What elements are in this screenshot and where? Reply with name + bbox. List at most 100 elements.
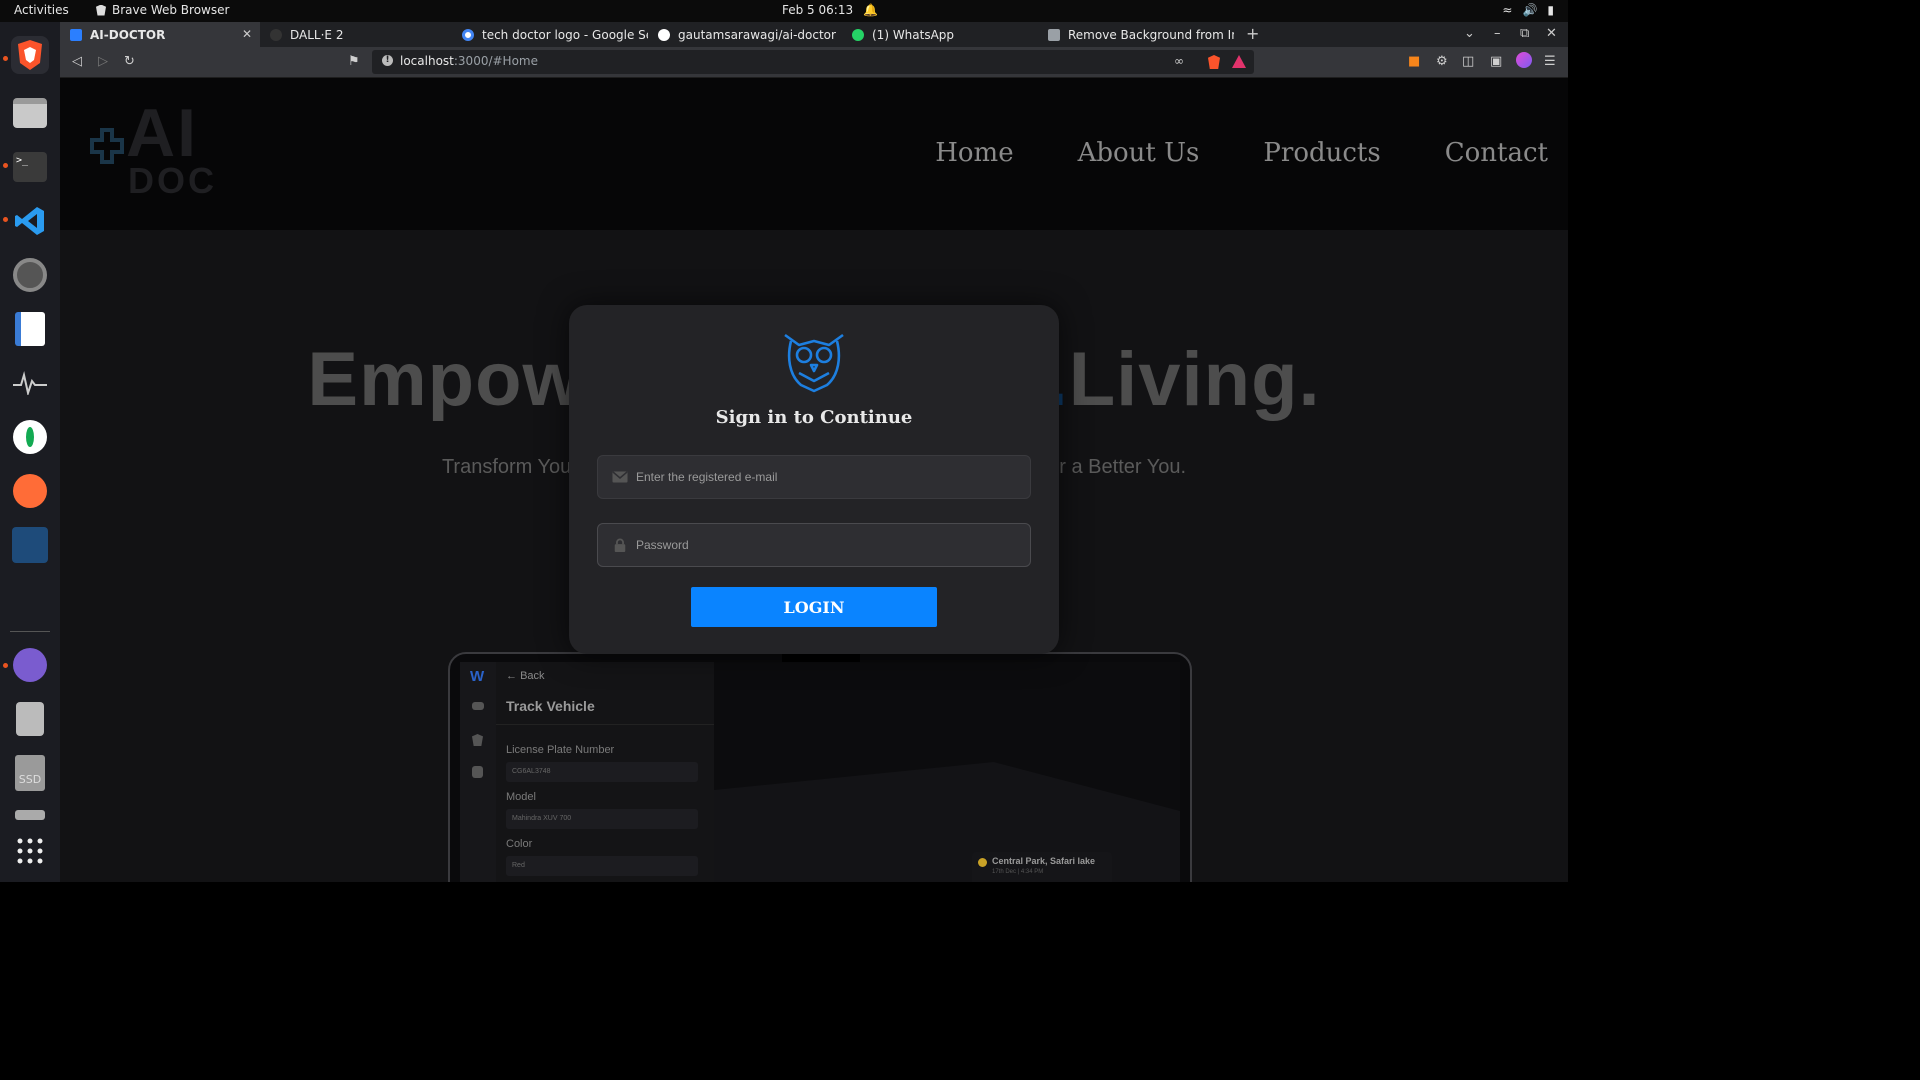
- nav-about-us[interactable]: About Us: [1078, 138, 1200, 168]
- new-tab-plus-icon[interactable]: +: [1246, 24, 1259, 43]
- login-button[interactable]: LOGIN: [691, 587, 937, 627]
- mockup-map: Central Park, Safari lake 17th Dec | 4:3…: [714, 662, 1180, 882]
- drive-icon[interactable]: [11, 808, 49, 822]
- logo-text-doc: DOC: [128, 160, 217, 201]
- address-bar[interactable]: ! localhost:3000/#Home ∞: [372, 50, 1254, 74]
- mail-icon: [612, 471, 628, 483]
- activities-button[interactable]: Activities: [14, 3, 69, 17]
- metamask-icon[interactable]: ■: [1408, 54, 1420, 69]
- mockup-w-logo-icon: W: [470, 668, 485, 685]
- show-apps-grid-icon[interactable]: [11, 832, 49, 870]
- github-favicon-icon: [658, 28, 670, 41]
- email-input[interactable]: [636, 456, 1016, 498]
- tab-remove-bg[interactable]: Remove Background from Ima: [1038, 22, 1234, 47]
- menu-hamburger-icon[interactable]: ☰: [1544, 54, 1556, 69]
- app-name-label: Brave Web Browser: [112, 3, 230, 17]
- text-editor-icon[interactable]: [11, 310, 49, 348]
- running-indicator: [3, 217, 8, 222]
- modal-title: Sign in to Continue: [715, 407, 913, 428]
- close-window-icon[interactable]: ✕: [1546, 26, 1557, 41]
- car-icon: [472, 702, 484, 710]
- forward-icon[interactable]: ▷: [98, 54, 108, 69]
- terminal-icon[interactable]: >_: [11, 148, 49, 186]
- mockup-title: Track Vehicle: [506, 698, 595, 714]
- map-card-title: Central Park, Safari lake: [992, 856, 1096, 866]
- hero-subtitle-right: r a Better You.: [1059, 456, 1187, 478]
- bookmark-icon[interactable]: ⚑: [348, 54, 360, 69]
- site-info-icon[interactable]: !: [382, 55, 393, 66]
- running-indicator: [3, 163, 8, 168]
- ai-doctor-favicon-icon: [70, 28, 82, 41]
- nav-home[interactable]: Home: [935, 138, 1013, 168]
- disk-icon[interactable]: [11, 700, 49, 738]
- mongodb-compass-icon[interactable]: [11, 418, 49, 456]
- postman-icon[interactable]: [11, 472, 49, 510]
- app-menu[interactable]: Brave Web Browser: [96, 3, 229, 17]
- email-field[interactable]: [597, 455, 1031, 499]
- nav-products[interactable]: Products: [1263, 138, 1380, 168]
- hero-title-right: Living.: [1068, 337, 1321, 422]
- brave-browser-icon[interactable]: [11, 36, 49, 74]
- nav-contact[interactable]: Contact: [1445, 138, 1548, 168]
- volume-icon: 🔊: [1522, 3, 1538, 17]
- tab-search-chevron-icon[interactable]: ⌄: [1464, 26, 1475, 41]
- brave-small-icon: [96, 4, 106, 16]
- tab-ai-doctor[interactable]: AI-DOCTOR ✕: [60, 22, 260, 47]
- web-page: AI DOC Home About Us Products Contact Em…: [60, 78, 1568, 882]
- profile-avatar-icon[interactable]: [1516, 52, 1532, 68]
- ssd-drive-icon[interactable]: SSD: [11, 754, 49, 792]
- tab-label: (1) WhatsApp: [872, 27, 955, 42]
- tab-whatsapp[interactable]: (1) WhatsApp: [842, 22, 1038, 47]
- network-app-icon[interactable]: [11, 646, 49, 684]
- tab-label: DALL·E 2: [290, 27, 344, 42]
- mockup-field-value: Red: [506, 856, 698, 876]
- back-icon[interactable]: ◁: [72, 54, 82, 69]
- restore-icon[interactable]: ⧉: [1520, 26, 1529, 41]
- remove-bg-favicon-icon: [1048, 28, 1060, 41]
- tab-google-search[interactable]: tech doctor logo - Google Sea: [452, 22, 648, 47]
- wallet-icon[interactable]: ▣: [1490, 54, 1502, 69]
- extensions-puzzle-icon[interactable]: ⚙: [1436, 54, 1448, 69]
- vscode-icon[interactable]: [11, 202, 49, 240]
- laptop-mockup: W ← Back Track Vehicle License Plate Num…: [448, 652, 1192, 882]
- tab-strip: AI-DOCTOR ✕ DALL·E 2 tech doctor logo - …: [60, 22, 1568, 47]
- minimize-icon[interactable]: –: [1494, 26, 1501, 41]
- system-top-bar: Activities Brave Web Browser Feb 5 06:13…: [0, 0, 1568, 22]
- reload-icon[interactable]: ↻: [124, 54, 135, 69]
- tab-label: gautamsarawagi/ai-doctor: [678, 27, 836, 42]
- url-text: localhost:3000/#Home: [400, 54, 538, 68]
- close-tab-icon[interactable]: ✕: [242, 27, 252, 41]
- sidebar-toggle-icon[interactable]: ◫: [1462, 54, 1474, 69]
- password-input[interactable]: [636, 524, 1016, 566]
- ai-doc-logo[interactable]: AI DOC: [82, 95, 242, 208]
- mockup-panel: ← Back Track Vehicle License Plate Numbe…: [496, 662, 714, 882]
- tab-dall-e[interactable]: DALL·E 2: [260, 22, 452, 47]
- google-favicon-icon: [462, 28, 474, 41]
- tab-label: Remove Background from Ima: [1068, 27, 1234, 42]
- mockup-field-value: CG6AL3748: [506, 762, 698, 782]
- files-icon[interactable]: [11, 94, 49, 132]
- brave-shields-icon[interactable]: [1208, 55, 1220, 69]
- settings-icon[interactable]: [11, 256, 49, 294]
- dock: >_ SSD: [0, 22, 60, 882]
- system-monitor-icon[interactable]: [11, 364, 49, 402]
- battery-icon: ▮: [1547, 3, 1554, 17]
- password-field[interactable]: [597, 523, 1031, 567]
- share-icon[interactable]: ∞: [1174, 54, 1184, 68]
- mockup-divider: [496, 724, 714, 725]
- browser-toolbar: ◁ ▷ ↻ ⚑ ! localhost:3000/#Home ∞ ■ ⚙ ◫ ▣…: [60, 47, 1568, 78]
- mockup-field-value: Mahindra XUV 700: [506, 809, 698, 829]
- owl-logo-icon: [784, 333, 844, 393]
- lock-icon: [614, 538, 626, 552]
- hero-title-left: Empow: [307, 337, 583, 422]
- brave-rewards-icon[interactable]: [1232, 55, 1246, 68]
- map-card-subtitle: 17th Dec | 4:34 PM: [992, 869, 1044, 875]
- login-modal: Sign in to Continue LOGIN: [569, 305, 1059, 654]
- tab-github[interactable]: gautamsarawagi/ai-doctor: [648, 22, 842, 47]
- user-icon: [472, 766, 483, 778]
- mockup-sidebar: W: [460, 662, 496, 882]
- mockup-back-link: ← Back: [506, 670, 545, 682]
- system-tray[interactable]: ≈ 🔊 ▮: [1502, 3, 1554, 17]
- clock[interactable]: Feb 5 06:13 🔔: [782, 3, 878, 17]
- mysql-workbench-icon[interactable]: [11, 526, 49, 564]
